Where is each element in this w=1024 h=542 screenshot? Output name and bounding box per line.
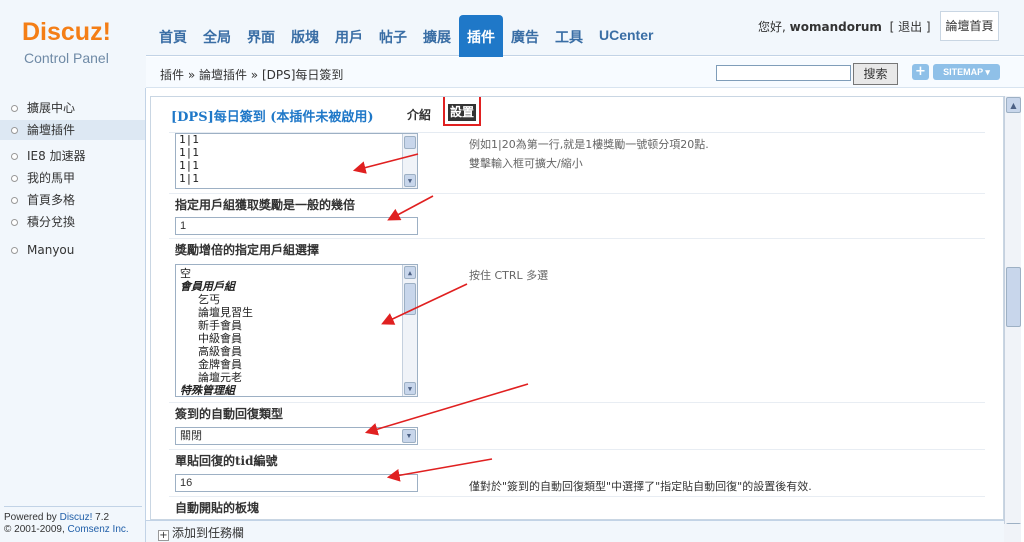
group-option[interactable]: 論壇見習生 [198,307,253,320]
group-option[interactable]: 乞丐 [198,294,220,307]
multiplier-input[interactable]: 1 [175,217,418,235]
sidebar-item[interactable]: 論壇插件 [0,120,145,140]
powered-prefix: Powered by [4,512,60,523]
add-to-taskbar[interactable]: + 添加到任務欄 [158,524,244,541]
divider [169,193,985,194]
main-content: [DPS]每日簽到 (本插件未被啟用) 介紹 設置 1|1 1|1 1|1 1|1 ▼… [150,96,1004,520]
tid-input[interactable]: 16 [175,474,418,492]
header: 首頁 全局 界面 版塊 用戶 帖子 擴展 插件 廣告 工具 UCenter 您好, womandor… [0,0,1024,57]
sidebar-item[interactable]: 積分兌換 [0,212,145,232]
nav-item[interactable]: 界面 [239,15,283,56]
group-option[interactable]: 中級會員 [198,333,242,346]
autoreply-value: 關閉 [180,430,202,442]
add-task-label: 添加到任務欄 [172,526,245,540]
nav-item[interactable]: 帖子 [371,15,415,56]
group-option[interactable]: 金牌會員 [198,359,242,372]
tab-intro[interactable]: 介紹 [407,106,431,123]
tab-settings[interactable]: 設置 [448,104,476,121]
logo-main: Discuz! [22,18,111,46]
copyright: © 2001-2009, Comsenz Inc. [4,524,129,535]
tab-settings-highlight: 設置 [443,97,481,126]
scroll-corner [1004,524,1021,542]
reward-hint: 例如1|20為第一行,就是1樓獎勵一號顿分項20點. [469,138,709,151]
scroll-thumb[interactable] [404,283,416,315]
plus-icon: + [158,530,169,541]
reward-line: 1|1 [179,133,199,146]
group-option[interactable]: 空 [180,268,191,281]
nav-item[interactable]: 插件 [459,15,503,57]
user-area: 您好, womandorum [ 退出 ] [758,18,931,35]
nav-item[interactable]: 擴展 [415,15,459,56]
groups-multiselect[interactable]: 空會員用戶組 乞丐 論壇見習生 新手會員 中級會員 高級會員 金牌會員 論壇元老 特殊管理組 ▲… [175,264,418,397]
logo: Discuz! Control Panel [0,0,146,88]
chevron-down-icon[interactable]: ▼ [402,429,416,443]
main-nav: 首頁 全局 界面 版塊 用戶 帖子 擴展 插件 廣告 工具 UCenter [151,15,661,57]
add-shortcut-button[interactable]: + [912,64,929,80]
scroll-down-icon[interactable]: ▼ [404,382,416,395]
scroll-up-icon[interactable]: ▲ [1006,97,1021,113]
tid-hint: 僅對於"簽到的自動回復類型"中選擇了"指定貼自動回復"的設置後有效. [469,480,812,493]
sidebar-item[interactable]: Manyou [0,240,145,260]
nav-item[interactable]: 首頁 [151,15,195,56]
autopost-label: 自動開貼的板塊 [175,501,260,515]
username: womandorum [789,20,882,34]
search-input[interactable] [716,65,851,81]
groups-hint: 按住 CTRL 多選 [469,269,549,282]
divider [169,238,985,239]
powered-product[interactable]: Discuz! [60,512,93,523]
copyright-prefix: © 2001-2009, [4,524,68,535]
nav-item[interactable]: UCenter [591,15,661,56]
reward-line: 1|1 [179,159,199,172]
reward-line: 1|1 [179,146,199,159]
nav-item[interactable]: 用戶 [327,15,371,56]
reward-hint-resize: 雙擊輸入框可擴大/縮小 [469,157,583,170]
sidebar-item[interactable]: IE8 加速器 [0,146,145,166]
reward-textarea[interactable]: 1|1 1|1 1|1 1|1 ▼ [175,133,418,189]
page-scrollbar[interactable]: ▲ ▼ [1004,96,1021,540]
sidebar: 擴展中心 論壇插件 IE8 加速器 我的馬甲 首頁多格 積分兌換 Manyou Powere… [0,88,146,542]
divider [169,496,985,497]
scroll-down-icon[interactable]: ▼ [404,174,416,187]
group-option[interactable]: 新手會員 [198,320,242,333]
tid-label: 單貼回復的tid編號 [175,454,278,468]
sidebar-item[interactable]: 我的馬甲 [0,168,145,188]
group-option[interactable]: 論壇元老 [198,372,242,385]
autoreply-label: 簽到的自動回復類型 [175,407,284,421]
nav-item[interactable]: 版塊 [283,15,327,56]
powered-by: Powered by Discuz! 7.2 [4,510,109,525]
logo-sub: Control Panel [24,50,109,66]
sidebar-item[interactable]: 首頁多格 [0,190,145,210]
greeting: 您好, [758,20,786,34]
sidebar-item[interactable]: 擴展中心 [0,98,145,118]
divider [169,449,985,450]
breadcrumb-bar: 插件 » 論壇插件 » [DPS]每日簽到 搜索 + SITEMAP ▾ [146,57,1024,88]
plugin-title: [DPS]每日簽到 (本插件未被啟用) [171,110,374,125]
scroll-thumb[interactable] [1006,267,1021,327]
divider [4,506,142,507]
scroll-thumb-icon[interactable] [404,136,416,149]
group-option[interactable]: 高級會員 [198,346,242,359]
nav-item[interactable]: 工具 [547,15,591,56]
nav-item[interactable]: 廣告 [503,15,547,56]
textarea-scrollbar[interactable]: ▼ [402,134,417,188]
autoreply-select[interactable]: 關閉 ▼ [175,427,418,445]
multiplier-label: 指定用戶組獲取獎勵是一般的幾倍 [175,198,356,212]
divider [169,402,985,403]
reward-line: 1|1 [179,172,199,185]
sitemap-button[interactable]: SITEMAP ▾ [933,64,1000,80]
forum-home-button[interactable]: 論壇首頁 [940,11,999,41]
scroll-up-icon[interactable]: ▲ [404,266,416,279]
nav-item[interactable]: 全局 [195,15,239,56]
logout-link[interactable]: [ 退出 ] [890,20,931,34]
powered-version: 7.2 [92,512,110,523]
bottom-bar: + 添加到任務欄 [146,520,1004,542]
multiselect-scrollbar[interactable]: ▲ ▼ [402,265,417,396]
group-option[interactable]: 特殊管理組 [180,385,235,396]
search-button[interactable]: 搜索 [853,63,898,85]
breadcrumb: 插件 » 論壇插件 » [DPS]每日簽到 [160,68,344,82]
copyright-company[interactable]: Comsenz Inc. [68,524,129,535]
group-option[interactable]: 會員用戶組 [180,281,235,294]
groups-label: 獎勵增倍的指定用戶組選擇 [175,243,320,257]
